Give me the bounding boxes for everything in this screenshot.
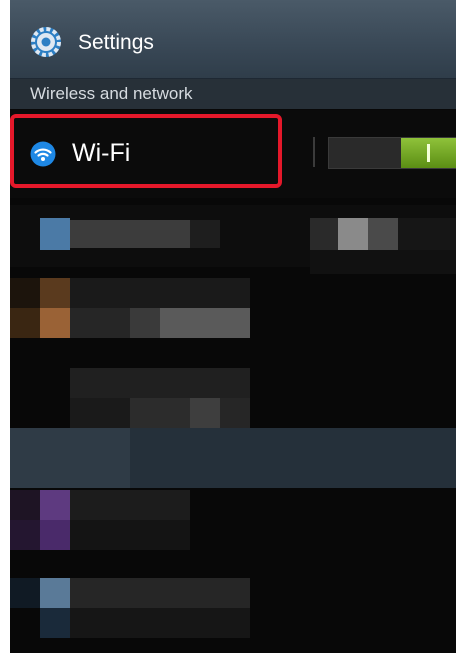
wifi-setting-row[interactable]: Wi-Fi bbox=[10, 110, 456, 198]
blurred-text bbox=[70, 278, 250, 308]
wifi-label: Wi-Fi bbox=[72, 139, 131, 167]
blurred-icon bbox=[40, 578, 70, 608]
section-header: Wireless and network bbox=[10, 79, 456, 109]
blurred-icon bbox=[10, 490, 40, 520]
blurred-icon bbox=[10, 578, 40, 608]
blurred-text bbox=[160, 308, 250, 338]
wifi-toggle-on-thumb bbox=[401, 138, 456, 168]
blurred-text bbox=[368, 218, 398, 250]
blurred-text bbox=[130, 398, 190, 428]
blurred-text bbox=[190, 398, 220, 428]
blurred-text bbox=[70, 368, 250, 398]
blurred-section-header bbox=[10, 428, 130, 488]
wifi-toggle[interactable] bbox=[328, 137, 456, 169]
blurred-text bbox=[190, 220, 220, 248]
blurred-text bbox=[70, 308, 130, 338]
page-title: Settings bbox=[78, 31, 154, 54]
blurred-text bbox=[130, 308, 160, 338]
title-bar: Settings bbox=[10, 0, 456, 79]
section-header-label: Wireless and network bbox=[30, 84, 193, 103]
blurred-text bbox=[338, 218, 368, 250]
blurred-text bbox=[70, 398, 130, 428]
blurred-icon bbox=[10, 278, 40, 308]
blurred-text bbox=[398, 218, 456, 250]
blurred-text bbox=[70, 490, 190, 520]
blurred-icon bbox=[40, 490, 70, 520]
toggle-on-indicator bbox=[427, 144, 430, 162]
blurred-icon bbox=[10, 520, 40, 550]
blurred-icon bbox=[10, 308, 40, 338]
blurred-text bbox=[70, 220, 190, 248]
blurred-icon bbox=[40, 608, 70, 638]
blurred-icon bbox=[40, 278, 70, 308]
row-divider bbox=[313, 137, 315, 167]
blurred-text bbox=[70, 578, 250, 608]
blurred-icon bbox=[40, 218, 70, 250]
blurred-text bbox=[310, 250, 456, 274]
wifi-icon bbox=[30, 141, 56, 167]
blurred-icon bbox=[40, 520, 70, 550]
blurred-text bbox=[220, 398, 250, 428]
blurred-text bbox=[310, 218, 338, 250]
settings-screen: Settings Wireless and network Wi-Fi bbox=[10, 0, 456, 653]
blurred-text bbox=[70, 520, 190, 550]
gear-icon bbox=[31, 27, 61, 57]
blurred-icon bbox=[40, 308, 70, 338]
blurred-text bbox=[70, 608, 250, 638]
